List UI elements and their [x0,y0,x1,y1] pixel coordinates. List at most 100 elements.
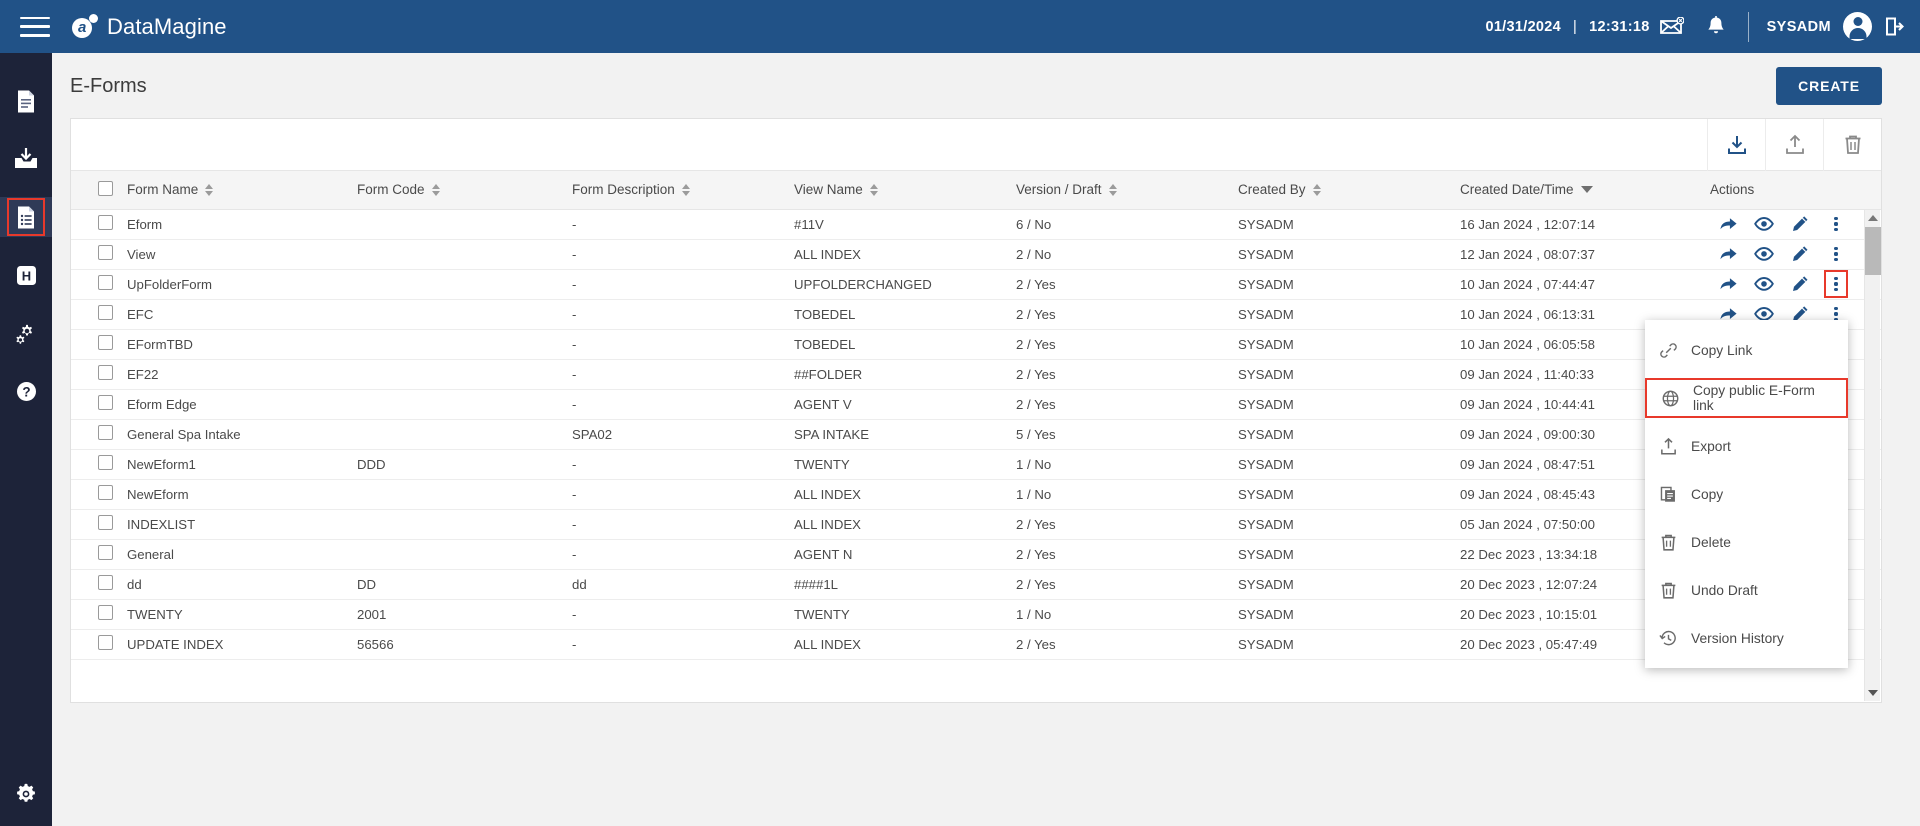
table-row[interactable]: General - AGENT N 2 / Yes SYSADM 22 Dec … [71,539,1881,570]
sidebar-item-workflow[interactable] [0,313,52,353]
sidebar-item-history[interactable]: H [0,255,52,295]
table-row[interactable]: EFormTBD - TOBEDEL 2 / Yes SYSADM 10 Jan… [71,329,1881,360]
row-checkbox[interactable] [98,425,113,440]
table-row[interactable]: Eform - #11V 6 / No SYSADM 16 Jan 2024 ,… [71,209,1881,240]
table-row[interactable]: General Spa Intake SPA02 SPA INTAKE 5 / … [71,419,1881,450]
user-avatar-icon[interactable] [1843,12,1872,41]
sidebar-item-documents[interactable] [0,81,52,121]
upload-icon[interactable] [1765,118,1823,171]
mail-icon[interactable] [1650,0,1694,53]
table-row[interactable]: EFC - TOBEDEL 2 / Yes SYSADM 10 Jan 2024… [71,299,1881,330]
row-checkbox[interactable] [98,545,113,560]
sort-icon[interactable] [1108,183,1117,196]
sidebar-item-import[interactable] [0,139,52,179]
table-row[interactable]: UpFolderForm - UPFOLDERCHANGED 2 / Yes S… [71,269,1881,300]
hamburger-icon[interactable] [20,16,50,37]
sidebar-item-settings[interactable] [0,782,52,806]
table-row[interactable]: NewEform - ALL INDEX 1 / No SYSADM 09 Ja… [71,479,1881,510]
sidebar-active-highlight [7,198,45,236]
sort-icon[interactable] [431,183,440,196]
th-version-draft[interactable]: Version / Draft [1016,171,1238,210]
kebab-menu-icon[interactable] [1824,270,1848,298]
share-icon[interactable] [1710,240,1746,269]
row-checkbox[interactable] [98,605,113,620]
table-row[interactable]: TWENTY 2001 - TWENTY 1 / No SYSADM 20 De… [71,599,1881,630]
table-row[interactable]: View - ALL INDEX 2 / No SYSADM 12 Jan 20… [71,239,1881,270]
kebab-menu-icon[interactable] [1818,210,1854,239]
sort-desc-icon[interactable] [1580,186,1593,194]
sidebar-item-help[interactable]: ? [0,371,52,411]
row-checkbox[interactable] [98,515,113,530]
row-checkbox[interactable] [98,275,113,290]
context-menu-item-copy-link[interactable]: Copy Link [1645,326,1848,374]
table-row[interactable]: INDEXLIST - ALL INDEX 2 / Yes SYSADM 05 … [71,509,1881,540]
pencil-icon[interactable] [1782,210,1818,239]
select-all-checkbox[interactable] [98,180,113,196]
th-created-datetime[interactable]: Created Date/Time [1460,171,1710,210]
table-row[interactable]: NewEform1 DDD - TWENTY 1 / No SYSADM 09 … [71,449,1881,480]
row-checkbox[interactable] [98,485,113,500]
row-checkbox[interactable] [98,635,113,650]
cell-view-name: TOBEDEL [794,329,1016,360]
top-header-bar: DataMagine 01/31/2024 | 12:31:18 SYSADM [0,0,1920,53]
table-vertical-scrollbar[interactable] [1864,210,1881,701]
pencil-icon[interactable] [1782,240,1818,269]
context-menu-item-undo-draft[interactable]: Undo Draft [1645,566,1848,614]
bell-icon[interactable] [1694,0,1738,53]
table-row[interactable]: Eform Edge - AGENT V 2 / Yes SYSADM 09 J… [71,389,1881,420]
th-view-name[interactable]: View Name [794,171,1016,210]
eye-icon[interactable] [1746,270,1782,299]
th-created-by[interactable]: Created By [1238,171,1460,210]
context-menu-item-version-history[interactable]: Version History [1645,614,1848,662]
context-menu-item-copy[interactable]: Copy [1645,470,1848,518]
trash-icon[interactable] [1823,118,1881,171]
row-checkbox[interactable] [98,245,113,260]
cell-form-name: View [127,239,357,270]
sort-icon[interactable] [681,183,690,196]
table-row[interactable]: EF22 - ##FOLDER 2 / Yes SYSADM 09 Jan 20… [71,359,1881,390]
table-row[interactable]: UPDATE INDEX 56566 - ALL INDEX 2 / Yes S… [71,629,1881,660]
row-checkbox[interactable] [98,365,113,380]
share-icon[interactable] [1710,270,1746,299]
eye-icon[interactable] [1746,210,1782,239]
row-checkbox[interactable] [98,395,113,410]
share-icon[interactable] [1710,210,1746,239]
scroll-up-arrow-icon[interactable] [1865,210,1880,226]
row-checkbox[interactable] [98,575,113,590]
context-menu-item-delete[interactable]: Delete [1645,518,1848,566]
cell-version-draft: 1 / No [1016,479,1238,510]
pencil-icon[interactable] [1782,270,1818,299]
kebab-menu-icon[interactable] [1818,240,1854,269]
logout-icon[interactable] [1885,17,1904,36]
row-checkbox[interactable] [98,335,113,350]
context-menu-item-copy-public-e-form-link[interactable]: Copy public E-Form link [1645,378,1848,418]
table-row[interactable]: dd DD dd ####1L 2 / Yes SYSADM 20 Dec 20… [71,569,1881,600]
sort-icon[interactable] [869,183,878,196]
cell-form-code [357,509,572,540]
cell-form-description: - [572,299,794,330]
cell-form-code: 2001 [357,599,572,630]
th-form-description[interactable]: Form Description [572,171,794,210]
row-select-cell [71,329,127,360]
row-checkbox[interactable] [98,455,113,470]
cell-created-datetime: 16 Jan 2024 , 12:07:14 [1460,209,1710,240]
scrollbar-thumb[interactable] [1865,227,1881,275]
context-menu-item-label: Version History [1691,630,1784,646]
download-icon[interactable] [1707,118,1765,171]
cell-version-draft: 2 / Yes [1016,509,1238,540]
cell-view-name: #11V [794,209,1016,240]
row-select-cell [71,419,127,450]
scroll-down-arrow-icon[interactable] [1865,685,1880,701]
th-form-name[interactable]: Form Name [127,171,357,210]
th-form-code[interactable]: Form Code [357,171,572,210]
create-button[interactable]: CREATE [1776,67,1882,105]
row-checkbox[interactable] [98,305,113,320]
brand-logo[interactable]: DataMagine [72,13,227,40]
context-menu-item-export[interactable]: Export [1645,422,1848,470]
sort-icon[interactable] [205,183,214,196]
th-select-all [71,171,127,210]
sort-icon[interactable] [1312,183,1321,196]
eye-icon[interactable] [1746,240,1782,269]
row-checkbox[interactable] [98,215,113,230]
sidebar-item-eforms[interactable] [0,197,52,237]
